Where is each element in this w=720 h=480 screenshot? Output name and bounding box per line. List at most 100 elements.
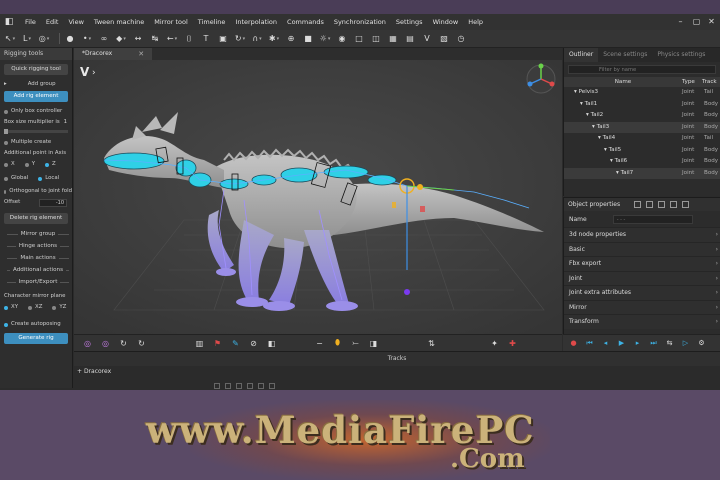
next-key-icon[interactable]: ▸ <box>633 339 642 348</box>
name-input[interactable]: - - - <box>612 214 693 224</box>
go-start-icon[interactable]: ⏮ <box>585 339 594 348</box>
snap-icon[interactable]: ◎ <box>38 33 50 45</box>
chevron-right-icon[interactable]: › <box>92 68 96 78</box>
local-space-icon[interactable]: L <box>21 33 33 45</box>
prev-key-icon[interactable]: ◂ <box>601 339 610 348</box>
section-main-actions[interactable]: Main actions <box>0 252 72 264</box>
target-icon[interactable]: ⊕ <box>285 33 297 45</box>
menu-file[interactable]: File <box>20 18 41 26</box>
plane-xy-radio[interactable]: XY <box>4 302 18 313</box>
flag-icon[interactable]: ⚑ <box>212 338 223 349</box>
section-fbx-export[interactable]: Fbx export <box>564 256 720 271</box>
menu-commands[interactable]: Commands <box>282 18 329 26</box>
column-track[interactable]: Track <box>702 77 717 87</box>
lasso-icon[interactable]: ◫ <box>370 33 382 45</box>
section-mirror-group[interactable]: Mirror group <box>0 228 72 240</box>
scene-canvas[interactable]: V › <box>74 60 562 334</box>
local-radio[interactable]: Local <box>38 173 59 184</box>
chain-icon[interactable]: ∞ <box>98 33 110 45</box>
dot-tool-icon[interactable]: • <box>81 33 93 45</box>
axis-z-radio[interactable]: Z <box>45 159 56 170</box>
column-type[interactable]: Type <box>682 77 702 87</box>
menu-edit[interactable]: Edit <box>41 18 64 26</box>
track-tool-icon[interactable] <box>236 383 242 389</box>
menu-timeline[interactable]: Timeline <box>193 18 231 26</box>
axis-move-icon[interactable]: ⇅ <box>426 338 437 349</box>
outliner-row[interactable]: ▾ Tail4 Joint Tail <box>564 133 720 145</box>
select-tool-icon[interactable]: ↖ <box>4 33 16 45</box>
add-group-row[interactable]: ▸ Add group <box>0 79 72 90</box>
axis-y-radio[interactable]: Y <box>24 159 35 170</box>
section-additional-actions[interactable]: Additional actions <box>0 264 72 276</box>
section-basic[interactable]: Basic <box>564 241 720 256</box>
menu-mirror-tool[interactable]: Mirror tool <box>149 18 193 26</box>
align-icon[interactable]: ↹ <box>149 33 161 45</box>
add-rig-element-button[interactable]: Add rig element <box>4 91 68 102</box>
only-box-controller-row[interactable]: Only box controller <box>0 106 72 117</box>
key-icon[interactable]: ● <box>64 33 76 45</box>
curve-icon[interactable]: ∩ <box>251 33 263 45</box>
key-left-icon[interactable]: ◧ <box>266 338 277 349</box>
v-logo-icon[interactable]: V <box>421 33 433 45</box>
text-tool-icon[interactable]: T <box>200 33 212 45</box>
outliner-row[interactable]: ▾ Tail5 Joint Body <box>564 145 720 157</box>
frame-icon[interactable]: ▣ <box>217 33 229 45</box>
menu-settings[interactable]: Settings <box>391 18 428 26</box>
viewport[interactable]: *Dracorex ✕ V › <box>74 48 562 334</box>
chain-link-icon[interactable]: ⤚ <box>350 338 361 349</box>
section-mirror[interactable]: Mirror <box>564 299 720 314</box>
tab-physics-settings[interactable]: Physics settings <box>652 48 710 62</box>
props-icon-5[interactable] <box>682 201 690 208</box>
multiple-create-row[interactable]: Multiple create <box>0 137 72 148</box>
section-import-export[interactable]: Import/Export <box>0 276 72 288</box>
crosshair-icon[interactable]: ✚ <box>507 338 518 349</box>
refresh2-icon[interactable]: ↻ <box>136 338 147 349</box>
key-frame-icon[interactable]: ◨ <box>368 338 379 349</box>
play-forward-icon[interactable]: ▷ <box>681 339 690 348</box>
track-tool-icon[interactable] <box>258 383 264 389</box>
box-icon[interactable]: □ <box>353 33 365 45</box>
close-icon[interactable]: ✕ <box>707 17 716 26</box>
menu-help[interactable]: Help <box>463 18 488 26</box>
props-icon-4[interactable] <box>670 201 678 208</box>
loop2-icon[interactable]: ◎ <box>100 338 111 349</box>
track-tool-icon[interactable] <box>247 383 253 389</box>
maximize-icon[interactable]: ▢ <box>692 17 701 26</box>
section-3d-node-properties[interactable]: 3d node properties <box>564 227 720 242</box>
outliner-row[interactable]: ▾ Tail3 Joint Body <box>564 121 720 133</box>
wrench-icon[interactable]: ✎ <box>230 338 241 349</box>
track-row[interactable]: + Dracorex <box>74 366 720 378</box>
ellipse-icon[interactable]: ⬮ <box>332 338 343 349</box>
bracket-icon[interactable]: ⌷ <box>183 33 195 45</box>
menu-view[interactable]: View <box>63 18 88 26</box>
create-autoposing-row[interactable]: Create autoposing <box>0 319 72 330</box>
grid-icon[interactable]: ▦ <box>387 33 399 45</box>
menu-interpolation[interactable]: Interpolation <box>230 18 282 26</box>
grid2-icon[interactable]: ▤ <box>404 33 416 45</box>
outliner-row[interactable]: ▾ Tail6 Joint Body <box>564 156 720 168</box>
eraser-icon[interactable]: ◆ <box>115 33 127 45</box>
record-icon[interactable]: ● <box>569 339 578 348</box>
magic-wand-icon[interactable]: ✦ <box>489 338 500 349</box>
quick-rigging-button[interactable]: Quick rigging tool <box>4 64 68 75</box>
track-tool-icon[interactable] <box>269 383 275 389</box>
tab-scene-settings[interactable]: Scene settings <box>598 48 652 62</box>
loop-icon[interactable]: ◎ <box>82 338 93 349</box>
tab-dracorex[interactable]: *Dracorex ✕ <box>74 48 153 60</box>
generate-rig-button[interactable]: Generate rig <box>4 333 68 344</box>
play-icon[interactable]: ▶ <box>617 339 626 348</box>
dash-icon[interactable]: − <box>314 338 325 349</box>
props-icon-1[interactable] <box>634 201 642 208</box>
settings-gear-icon[interactable]: ⚙ <box>697 339 706 348</box>
refresh-icon[interactable]: ↻ <box>118 338 129 349</box>
loop-playback-icon[interactable]: ⇆ <box>665 339 674 348</box>
move-icon[interactable]: ↔ <box>132 33 144 45</box>
outliner-row[interactable]: ▾ Tail1 Joint Body <box>564 99 720 111</box>
delete-rig-element-button[interactable]: Delete rig element <box>4 213 68 224</box>
props-icon-2[interactable] <box>646 201 654 208</box>
tab-outliner[interactable]: Outliner <box>564 48 599 62</box>
offset-input[interactable]: -10 <box>39 198 67 207</box>
outliner-row[interactable]: ▾ Tail2 Joint Body <box>564 110 720 122</box>
arrow-left-icon[interactable]: ← <box>166 33 178 45</box>
columns-icon[interactable]: ▥ <box>194 338 205 349</box>
